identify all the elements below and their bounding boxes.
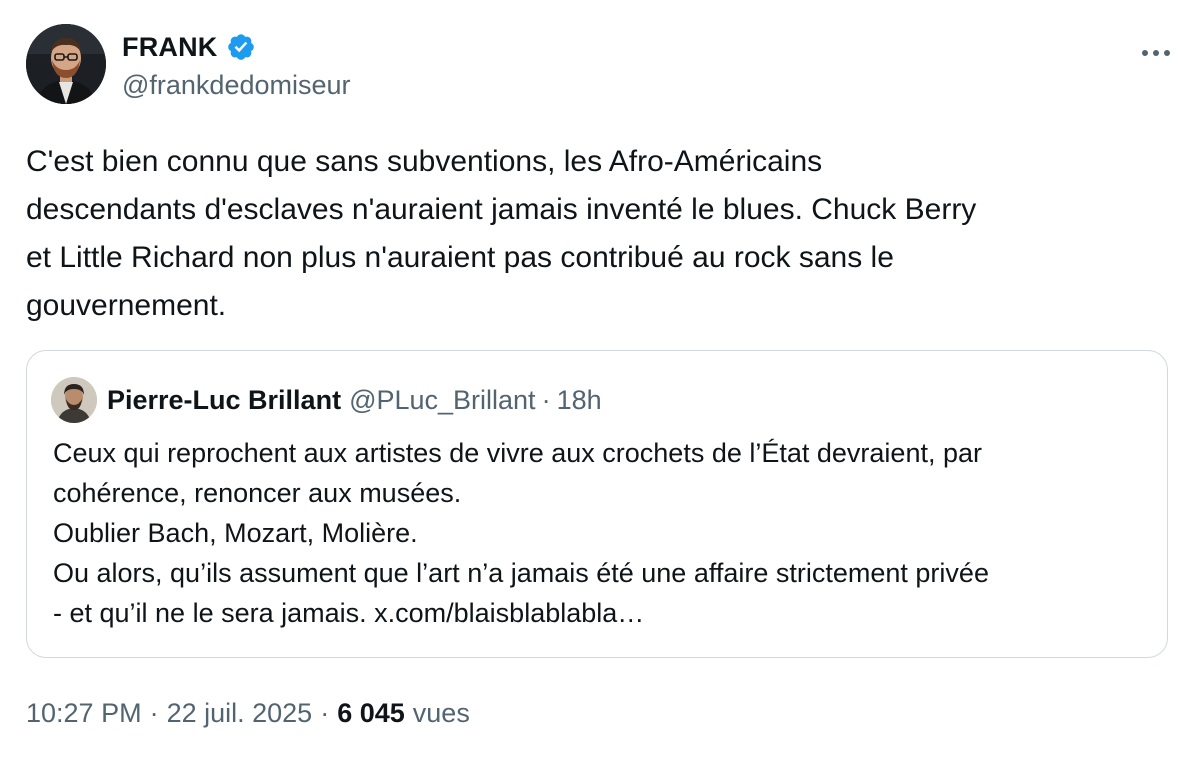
quoted-tweet-time: 18h — [556, 384, 602, 415]
quoted-author-display-name: Pierre-Luc Brillant — [107, 384, 342, 415]
verified-badge-icon[interactable] — [226, 32, 256, 62]
quoted-meta-separator: · — [541, 384, 551, 415]
tweet-time[interactable]: 10:27 PM — [26, 698, 142, 729]
display-name-row: FRANK — [122, 30, 351, 64]
meta-separator: · — [320, 698, 330, 728]
quoted-author-handle: @PLuc_Brillant — [349, 384, 536, 415]
author-handle[interactable]: @frankdedomiseur — [122, 70, 351, 101]
quoted-tweet-header: Pierre-Luc Brillant @PLuc_Brillant · 18h — [51, 377, 602, 423]
more-options-button[interactable] — [1136, 38, 1176, 68]
author-avatar[interactable] — [26, 24, 106, 104]
tweet-header: FRANK @frankdedomiseur — [26, 24, 1176, 108]
tweet-meta: 10:27 PM · 22 juil. 2025 · 6 045 vues — [26, 698, 470, 729]
meta-separator: · — [149, 698, 159, 728]
tweet-date[interactable]: 22 juil. 2025 — [167, 698, 313, 729]
quoted-tweet-card[interactable]: Pierre-Luc Brillant @PLuc_Brillant · 18h… — [26, 350, 1168, 658]
author-name-block: FRANK @frankdedomiseur — [122, 30, 351, 101]
quoted-author-avatar — [51, 377, 97, 423]
quoted-tweet-text: Ceux qui reprochent aux artistes de vivr… — [53, 438, 989, 628]
more-horizontal-icon — [1142, 50, 1170, 56]
views-label: vues — [412, 698, 470, 728]
author-display-name[interactable]: FRANK — [122, 32, 218, 63]
views-count: 6 045 — [337, 698, 405, 728]
tweet-text: C'est bien connu que sans subventions, l… — [26, 145, 977, 322]
